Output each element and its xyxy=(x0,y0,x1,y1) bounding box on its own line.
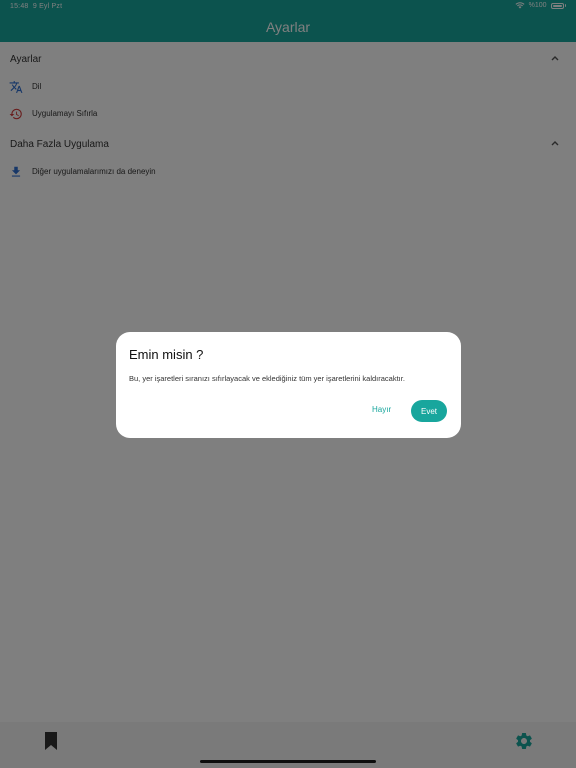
dialog-title: Emin misin ? xyxy=(129,347,204,362)
dialog-message: Bu, yer işaretleri sıranızı sıfırlayacak… xyxy=(129,374,405,383)
confirm-button[interactable]: Evet xyxy=(411,400,447,422)
confirm-dialog: Emin misin ? Bu, yer işaretleri sıranızı… xyxy=(116,332,461,438)
cancel-button[interactable]: Hayır xyxy=(372,405,391,414)
